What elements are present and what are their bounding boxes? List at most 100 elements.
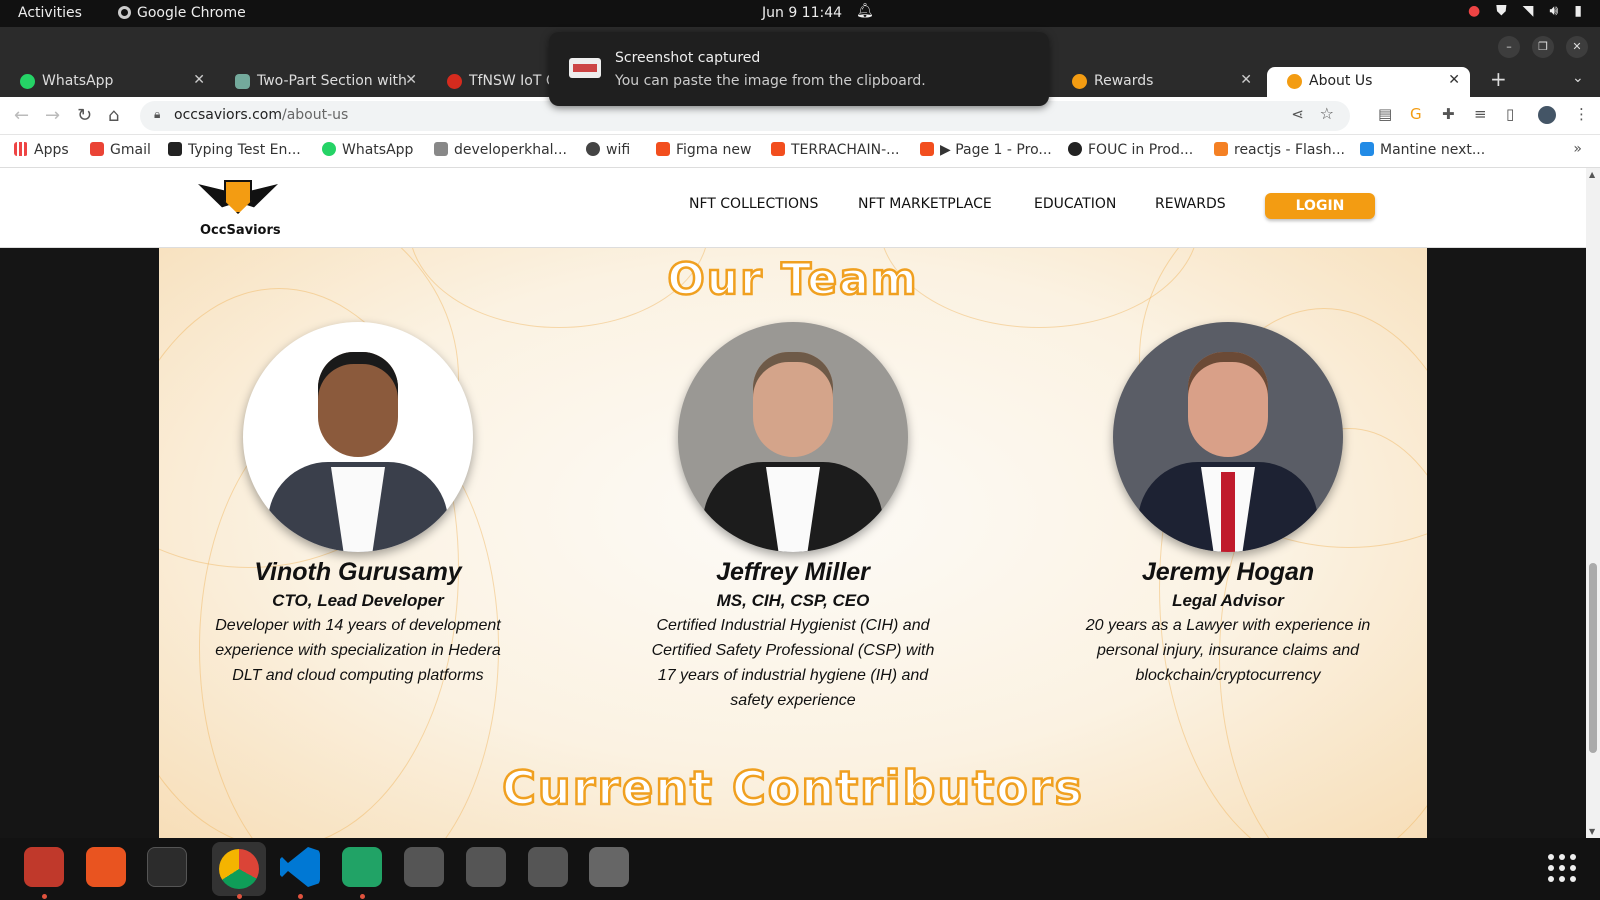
close-button[interactable]: ✕	[1566, 36, 1588, 58]
tab-rewards[interactable]: Rewards ✕	[1052, 67, 1262, 97]
url-text[interactable]: occsaviors.com/about-us	[174, 107, 348, 123]
menu-icon[interactable]: ⋮	[1574, 105, 1589, 123]
reload-icon[interactable]: ↻	[77, 105, 92, 126]
tab-whatsapp[interactable]: WhatsApp ✕	[0, 67, 215, 97]
bookmark-whatsapp[interactable]: WhatsApp	[322, 142, 413, 158]
disk-icon[interactable]	[404, 847, 444, 887]
terminal-icon[interactable]	[147, 847, 187, 887]
bookmark-label: Mantine next...	[1380, 142, 1486, 158]
bookmark-label: TERRACHAIN-...	[791, 142, 900, 158]
close-tab-icon[interactable]: ✕	[193, 72, 205, 88]
bookmark-star-icon[interactable]: ☆	[1320, 104, 1334, 123]
vscode-icon[interactable]	[280, 847, 320, 887]
close-tab-icon[interactable]: ✕	[405, 72, 417, 88]
screenshot-notification[interactable]: Screenshot captured You can paste the im…	[549, 32, 1049, 106]
team-section: Our Team Vinoth Gurusamy CTO, Lead Devel…	[159, 248, 1427, 838]
nav-nft-marketplace[interactable]: NFT MARKETPLACE	[858, 196, 992, 212]
disk-icon[interactable]	[466, 847, 506, 887]
bookmark-label: WhatsApp	[342, 142, 414, 158]
lock-icon[interactable]: 🔒︎	[154, 107, 160, 122]
activities-button[interactable]: Activities	[18, 5, 82, 21]
more-bookmarks-icon[interactable]: »	[1573, 141, 1582, 157]
software-center-icon[interactable]	[86, 847, 126, 887]
nav-nft-collections[interactable]: NFT COLLECTIONS	[689, 196, 818, 212]
battery-icon[interactable]: ▮	[1574, 3, 1582, 19]
tab-search-icon[interactable]: ⌄	[1572, 70, 1584, 86]
profile-avatar[interactable]	[1538, 106, 1556, 124]
scroll-up-icon[interactable]: ▲	[1589, 170, 1595, 179]
clock[interactable]: Jun 9 11:44	[762, 5, 842, 21]
chrome-logo-icon	[219, 849, 259, 889]
bookmark-gmail[interactable]: Gmail	[90, 142, 151, 158]
forward-icon[interactable]: →	[45, 105, 60, 126]
new-tab-button[interactable]: +	[1490, 67, 1507, 91]
page-scrollbar[interactable]: ▲ ▼	[1586, 168, 1600, 838]
system-tray[interactable]: ● ⛊ ◥ 🔊︎ ▮	[1468, 3, 1582, 19]
app-name: Google Chrome	[137, 5, 246, 21]
tab-about-us[interactable]: About Us ✕	[1267, 67, 1470, 97]
bookmark-reactjs[interactable]: reactjs - Flash...	[1214, 142, 1345, 158]
close-tab-icon[interactable]: ✕	[1448, 72, 1460, 88]
bookmark-developerkhal[interactable]: developerkhal...	[434, 142, 567, 158]
bookmark-wifi[interactable]: wifi	[586, 142, 630, 158]
bookmark-label: Apps	[34, 142, 69, 158]
running-indicator	[298, 894, 303, 899]
our-team-heading: Our Team	[666, 253, 919, 307]
bookmark-terrachain[interactable]: TERRACHAIN-...	[771, 142, 900, 158]
face	[318, 352, 398, 457]
member-description: 20 years as a Lawyer with experience in …	[1085, 617, 1371, 684]
close-tab-icon[interactable]: ✕	[1240, 72, 1252, 88]
running-indicator	[42, 894, 47, 899]
spreadsheet-icon[interactable]	[342, 847, 382, 887]
tab-two-part-section[interactable]: Two-Part Section with ✕	[215, 67, 427, 97]
side-panel-icon[interactable]: ▯	[1506, 105, 1514, 123]
globe-icon	[586, 142, 600, 156]
shield-icon[interactable]: ⛊	[1496, 3, 1507, 19]
webpage: OccSaviors NFT COLLECTIONS NFT MARKETPLA…	[0, 168, 1586, 838]
home-icon[interactable]: ⌂	[108, 105, 119, 126]
member-description: Certified Industrial Hygienist (CIH) and…	[651, 617, 935, 709]
system-top-bar: Activities Google Chrome Jun 9 11:44 🔔︎ …	[0, 0, 1600, 27]
app-menu[interactable]: Google Chrome	[118, 5, 246, 21]
nav-education[interactable]: EDUCATION	[1034, 196, 1116, 212]
scrollbar-thumb[interactable]	[1589, 563, 1597, 753]
bookmark-typing-test[interactable]: Typing Test En...	[168, 142, 301, 158]
files-icon[interactable]	[24, 847, 64, 887]
volume-icon[interactable]: 🔊︎	[1549, 3, 1558, 19]
whatsapp-icon	[20, 74, 35, 89]
media-icon[interactable]: ≡	[1474, 105, 1487, 123]
react-icon	[1360, 142, 1374, 156]
chrome-tray-icon[interactable]: ●	[1468, 3, 1480, 19]
disk-icon[interactable]	[528, 847, 568, 887]
nav-rewards[interactable]: REWARDS	[1155, 196, 1226, 212]
share-icon[interactable]: ⋖	[1291, 105, 1304, 123]
logo-text: OccSaviors	[200, 223, 281, 238]
show-apps-icon[interactable]	[1548, 854, 1576, 882]
bookmark-label: developerkhal...	[454, 142, 567, 158]
wifi-icon[interactable]: ◥	[1523, 3, 1534, 19]
site-logo[interactable]: OccSaviors	[198, 180, 281, 240]
occsaviors-icon	[1287, 74, 1302, 89]
maximize-button[interactable]: ❐	[1532, 36, 1554, 58]
figma-icon	[771, 142, 785, 156]
login-button[interactable]: LOGIN	[1265, 193, 1375, 219]
trash-icon[interactable]	[589, 847, 629, 887]
bookmark-mantine[interactable]: Mantine next...	[1360, 142, 1485, 158]
bookmark-fouc[interactable]: FOUC in Prod...	[1068, 142, 1193, 158]
back-icon[interactable]: ←	[14, 105, 29, 126]
bookmark-apps[interactable]: Apps	[14, 142, 69, 158]
tab-tfnsw-iot[interactable]: TfNSW IoT C	[427, 67, 557, 97]
grammarly-icon[interactable]: G	[1410, 105, 1422, 123]
dev-icon	[434, 142, 448, 156]
face	[1188, 352, 1268, 457]
team-member-card: Jeremy Hogan Legal Advisor 20 years as a…	[1083, 322, 1373, 688]
bookmark-figma-new[interactable]: Figma new	[656, 142, 751, 158]
tie	[1221, 472, 1235, 552]
bookmark-page-1[interactable]: ▶ Page 1 - Pro...	[920, 142, 1052, 158]
extensions-puzzle-icon[interactable]: ✚	[1442, 105, 1455, 123]
scroll-down-icon[interactable]: ▼	[1589, 827, 1595, 836]
team-member-card: Vinoth Gurusamy CTO, Lead Developer Deve…	[213, 322, 503, 688]
minimize-button[interactable]: –	[1498, 36, 1520, 58]
whatsapp-icon	[322, 142, 336, 156]
extension-icon[interactable]: ▤	[1378, 105, 1392, 123]
